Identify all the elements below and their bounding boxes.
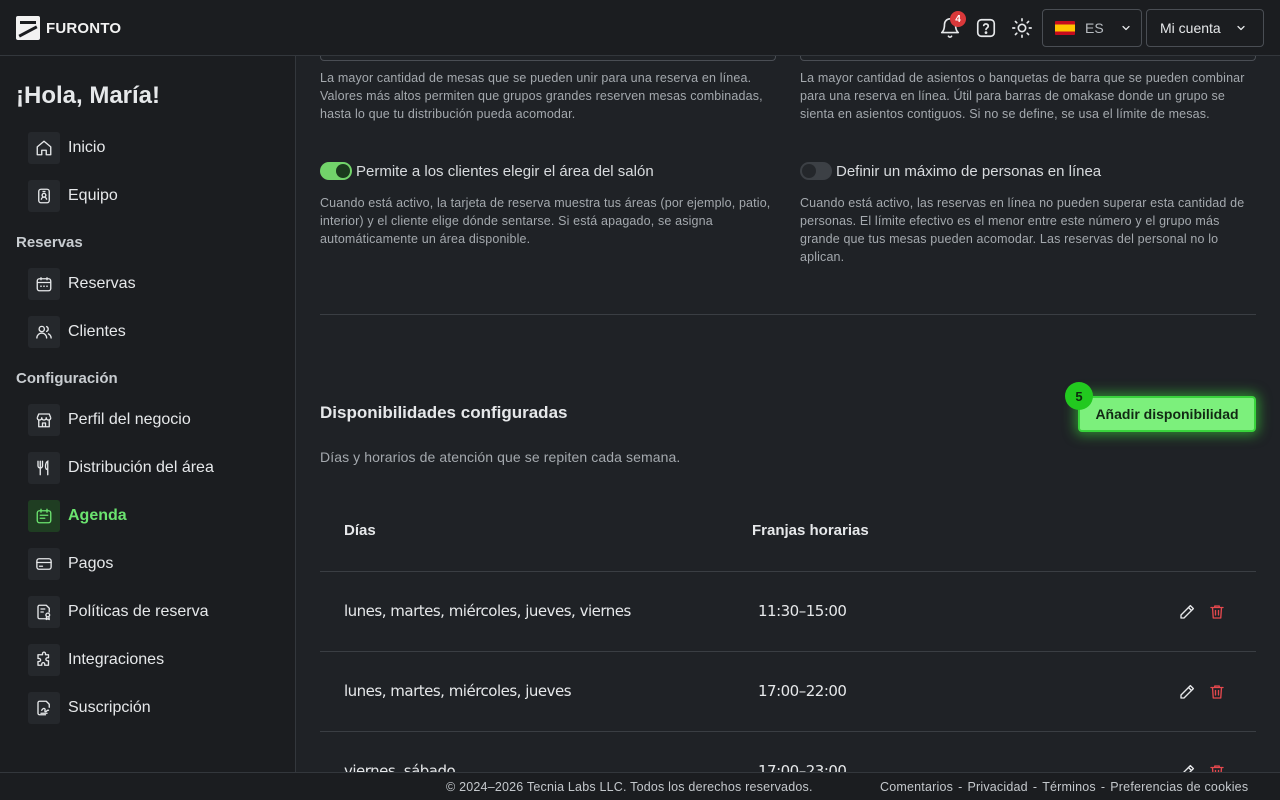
top-bar: FURONTO 4 ES Mi cuenta: [0, 0, 1280, 56]
sidebar-item-agenda[interactable]: Agenda: [28, 500, 127, 532]
sidebar-item-clientes[interactable]: Clientes: [28, 316, 126, 348]
row-days: lunes, martes, miércoles, jueves, vierne…: [344, 602, 631, 620]
table-row: lunes, martes, miércoles, jueves 17:00–2…: [320, 652, 1256, 732]
availability-title: Disponibilidades configuradas: [320, 403, 568, 422]
table-row: lunes, martes, miércoles, jueves, vierne…: [320, 572, 1256, 652]
sidebar-item-label: Inicio: [68, 139, 106, 156]
language-selector[interactable]: ES: [1042, 9, 1142, 47]
sidebar-item-label: Equipo: [68, 187, 118, 204]
trash-icon[interactable]: [1207, 762, 1227, 772]
edit-icon[interactable]: [1177, 762, 1197, 772]
footer-link-comentarios[interactable]: Comentarios: [880, 780, 953, 794]
row-days: lunes, martes, miércoles, jueves: [344, 682, 572, 700]
footer: © 2024–2026 Tecnia Labs LLC. Todos los d…: [0, 772, 1280, 800]
sidebar-item-label: Pagos: [68, 555, 114, 572]
policy-icon: [28, 596, 60, 628]
row-days: viernes, sábado: [344, 762, 456, 772]
sidebar-item-politicas-reserva[interactable]: Políticas de reserva: [28, 596, 209, 628]
add-availability-button[interactable]: Añadir disponibilidad: [1078, 396, 1256, 432]
max-seats-help: La mayor cantidad de asientos o banqueta…: [800, 71, 1245, 121]
account-menu-button[interactable]: Mi cuenta: [1146, 9, 1264, 47]
row-slots: 17:00–22:00: [758, 682, 847, 700]
section-label-configuracion: Configuración: [16, 370, 118, 387]
footer-link-terminos[interactable]: Términos: [1042, 780, 1096, 794]
sidebar-item-label: Clientes: [68, 323, 126, 340]
column-header-slots: Franjas horarias: [752, 522, 869, 539]
spain-flag-icon: [1055, 21, 1075, 35]
section-label-reservas: Reservas: [16, 234, 83, 251]
section-divider: [320, 314, 1256, 315]
row-slots: 17:00–23:00: [758, 762, 847, 772]
utensils-icon: [28, 452, 60, 484]
footer-link-privacidad[interactable]: Privacidad: [967, 780, 1027, 794]
edit-icon[interactable]: [1177, 682, 1197, 702]
notification-badge: 4: [950, 11, 966, 27]
availability-subtitle: Días y horarios de atención que se repit…: [320, 449, 681, 465]
logo-text: FURONTO: [46, 19, 122, 37]
greeting: ¡Hola, María!: [16, 82, 161, 109]
chevron-down-icon: [1122, 25, 1130, 31]
calendar-list-icon: [28, 500, 60, 532]
users-icon: [28, 316, 60, 348]
help-icon[interactable]: [974, 16, 998, 40]
step-badge: 5: [1065, 382, 1093, 410]
sidebar-item-label: Políticas de reserva: [68, 603, 209, 620]
puzzle-icon: [28, 644, 60, 676]
sidebar-item-label: Agenda: [68, 507, 127, 524]
chevron-down-icon: [1237, 25, 1245, 31]
sidebar-item-pagos[interactable]: Pagos: [28, 548, 113, 580]
sidebar: ¡Hola, María! Inicio Equipo Reservas Res…: [0, 56, 296, 772]
max-people-label: Definir un máximo de personas en línea: [836, 162, 1102, 180]
area-selection-setting: Permite a los clientes elegir el área de…: [320, 162, 654, 180]
subscription-icon: [28, 692, 60, 724]
account-label: Mi cuenta: [1160, 20, 1221, 36]
footer-separator: -: [1032, 780, 1038, 794]
edit-icon[interactable]: [1177, 602, 1197, 622]
sidebar-item-label: Reservas: [68, 275, 136, 292]
row-slots: 11:30–15:00: [758, 602, 847, 620]
card-icon: [28, 548, 60, 580]
home-icon: [28, 132, 60, 164]
sidebar-item-label: Distribución del área: [68, 459, 214, 476]
area-selection-help: Cuando está activo, la tarjeta de reserv…: [320, 196, 771, 246]
table-header: Días Franjas horarias: [320, 492, 1256, 572]
footer-links: Comentarios - Privacidad - Términos - Pr…: [880, 780, 1248, 794]
calendar-icon: [28, 268, 60, 300]
max-seats-input[interactable]: [800, 56, 1256, 61]
sidebar-item-label: Perfil del negocio: [68, 411, 191, 428]
sidebar-item-suscripcion[interactable]: Suscripción: [28, 692, 151, 724]
max-tables-help: La mayor cantidad de mesas que se pueden…: [320, 71, 763, 121]
max-people-toggle[interactable]: [800, 162, 832, 180]
max-people-setting: Definir un máximo de personas en línea: [800, 162, 1101, 180]
sidebar-item-perfil-negocio[interactable]: Perfil del negocio: [28, 404, 191, 436]
copyright-text: © 2024–2026 Tecnia Labs LLC. Todos los d…: [446, 780, 813, 794]
sidebar-item-integraciones[interactable]: Integraciones: [28, 644, 164, 676]
footer-link-cookies[interactable]: Preferencias de cookies: [1110, 780, 1248, 794]
area-selection-toggle[interactable]: [320, 162, 352, 180]
badge-icon: [28, 180, 60, 212]
max-tables-input[interactable]: [320, 56, 776, 61]
trash-icon[interactable]: [1207, 682, 1227, 702]
footer-separator: -: [958, 780, 963, 794]
store-icon: [28, 404, 60, 436]
logo-mark-icon: [16, 16, 40, 40]
sidebar-item-inicio[interactable]: Inicio: [28, 132, 105, 164]
logo[interactable]: FURONTO: [16, 16, 121, 40]
main-content: La mayor cantidad de mesas que se pueden…: [296, 56, 1280, 772]
sidebar-item-label: Integraciones: [68, 651, 165, 668]
theme-sun-icon[interactable]: [1010, 16, 1034, 40]
area-selection-label: Permite a los clientes elegir el área de…: [356, 162, 654, 180]
footer-separator: -: [1100, 780, 1106, 794]
language-code: ES: [1085, 20, 1104, 36]
column-header-days: Días: [344, 522, 376, 539]
table-row: viernes, sábado 17:00–23:00: [320, 732, 1256, 772]
trash-icon[interactable]: [1207, 602, 1227, 622]
sidebar-item-distribucion-area[interactable]: Distribución del área: [28, 452, 214, 484]
sidebar-item-reservas[interactable]: Reservas: [28, 268, 136, 300]
max-people-help: Cuando está activo, las reservas en líne…: [800, 196, 1245, 264]
sidebar-item-label: Suscripción: [68, 699, 151, 716]
sidebar-item-equipo[interactable]: Equipo: [28, 180, 118, 212]
